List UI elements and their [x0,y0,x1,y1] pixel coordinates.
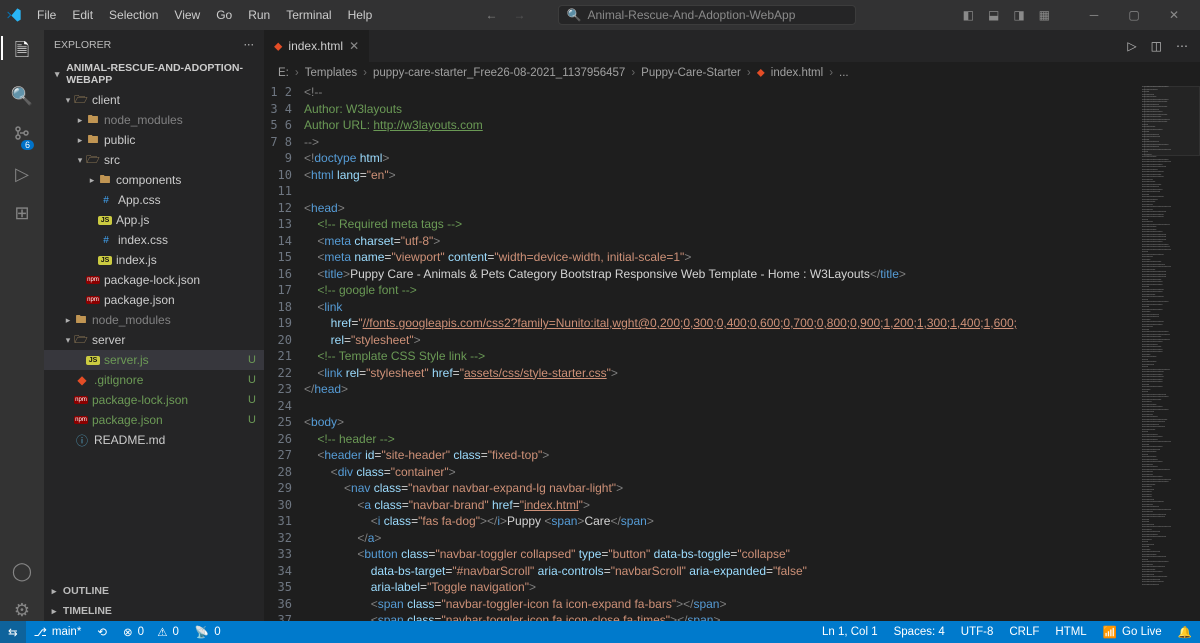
explorer-title: EXPLORER [54,39,111,51]
tree-item-server[interactable]: ▾🗁server [44,330,264,350]
code-editor[interactable]: <!-- Author: W3layouts Author URL: http:… [304,84,1140,621]
tree-item-server-js[interactable]: JSserver.jsU [44,350,264,370]
tab-label: index.html [288,39,343,53]
timeline-section[interactable]: ▸ TIMELINE [44,601,264,621]
activity-search-icon[interactable]: 🔍 [11,86,33,107]
menu-go[interactable]: Go [209,4,239,26]
tree-item-readme-md[interactable]: ⓘREADME.md [44,430,264,450]
tree-item-index-css[interactable]: #index.css [44,230,264,250]
tab-index-html[interactable]: ⬥ index.html ✕ [264,30,370,62]
status-go-live[interactable]: 📶Go Live [1095,625,1170,639]
main-menu: FileEditSelectionViewGoRunTerminalHelp [30,4,379,26]
activity-explorer-icon[interactable]: 🗎 [15,38,29,68]
split-editor-icon[interactable]: ◫ [1151,39,1162,53]
search-icon: 🔍 [567,8,582,22]
run-icon[interactable]: ▷ [1127,39,1136,53]
toggle-secondary-icon[interactable]: ◨ [1013,8,1024,22]
file-tree: ▾🗁client▸🖿node_modules▸🖿public▾🗁src▸🖿com… [44,88,264,581]
activity-account-icon[interactable]: ◯ [12,561,32,582]
menu-view[interactable]: View [167,4,207,26]
line-gutter: 1 2 3 4 5 6 7 8 9 10 11 12 13 14 15 16 1… [264,84,304,621]
tree-item-package-lock-json[interactable]: npmpackage-lock.jsonU [44,390,264,410]
explorer-sidebar: EXPLORER ⋯ ▾ ANIMAL-RESCUE-AND-ADOPTION-… [44,30,264,621]
tree-item-node_modules[interactable]: ▸🖿node_modules [44,310,264,330]
menu-edit[interactable]: Edit [65,4,100,26]
nav-arrows: ← → [486,8,526,22]
toggle-panel-icon[interactable]: ⬓ [988,8,999,22]
activity-settings-icon[interactable]: ⚙ [14,600,30,621]
close-button[interactable]: ✕ [1154,8,1194,22]
tab-close-icon[interactable]: ✕ [349,39,359,53]
minimize-button[interactable]: ─ [1074,8,1114,22]
activity-scm-icon[interactable]: 6 [14,125,30,146]
tree-item-node_modules[interactable]: ▸🖿node_modules [44,110,264,130]
status-ports[interactable]: 📡0 [187,625,229,639]
toggle-sidebar-icon[interactable]: ◧ [963,8,974,22]
activity-extensions-icon[interactable]: ⊞ [14,203,29,224]
nav-back-icon[interactable]: ← [486,8,498,22]
breadcrumb[interactable]: E:›Templates›puppy-care-starter_Free26-0… [264,62,1200,84]
tree-item-app-js[interactable]: JSApp.js [44,210,264,230]
remote-indicator[interactable]: ⇆ [0,621,26,643]
editor-tabs: ⬥ index.html ✕ ▷ ◫ ⋯ [264,30,1200,62]
html-file-icon: ⬥ [274,39,282,54]
search-label: Animal-Rescue-And-Adoption-WebApp [587,8,795,22]
tree-item-public[interactable]: ▸🖿public [44,130,264,150]
status-spaces[interactable]: Spaces: 4 [886,625,953,639]
status-sync[interactable]: ⟲ [89,625,115,639]
tree-item-package-json[interactable]: npmpackage.json [44,290,264,310]
status-ln-col[interactable]: Ln 1, Col 1 [814,625,886,639]
tab-more-icon[interactable]: ⋯ [1176,39,1188,53]
tree-item-package-json[interactable]: npmpackage.jsonU [44,410,264,430]
editor-area: ⬥ index.html ✕ ▷ ◫ ⋯ E:›Templates›puppy-… [264,30,1200,621]
title-bar: FileEditSelectionViewGoRunTerminalHelp ←… [0,0,1200,30]
status-lang[interactable]: HTML [1047,625,1094,639]
tree-item-client[interactable]: ▾🗁client [44,90,264,110]
menu-run[interactable]: Run [241,4,277,26]
breadcrumb-item[interactable]: E: [278,67,289,79]
status-branch[interactable]: ⎇main* [26,625,90,639]
status-bar: ⇆ ⎇main* ⟲ ⊗0 ⚠0 📡0 Ln 1, Col 1 Spaces: … [0,621,1200,643]
tree-item--gitignore[interactable]: ◆.gitignoreU [44,370,264,390]
breadcrumb-item[interactable]: ... [839,67,849,79]
project-header[interactable]: ▾ ANIMAL-RESCUE-AND-ADOPTION-WEBAPP [44,60,264,88]
menu-file[interactable]: File [30,4,63,26]
status-problems[interactable]: ⊗0 ⚠0 [115,625,187,639]
activity-debug-icon[interactable]: ▷ [15,164,29,185]
breadcrumb-item[interactable]: Templates [305,67,357,79]
project-name: ANIMAL-RESCUE-AND-ADOPTION-WEBAPP [66,62,256,86]
explorer-more-icon[interactable]: ⋯ [244,39,255,51]
scm-badge: 6 [21,140,34,150]
nav-forward-icon[interactable]: → [514,8,526,22]
tree-item-app-css[interactable]: #App.css [44,190,264,210]
breadcrumb-item[interactable]: index.html [771,67,823,79]
customize-layout-icon[interactable]: ▦ [1039,8,1050,22]
activity-bar: 🗎 🔍 6 ▷ ⊞ ◯ ⚙ [0,30,44,621]
breadcrumb-item[interactable]: puppy-care-starter_Free26-08-2021_113795… [373,67,625,79]
status-encoding[interactable]: UTF-8 [953,625,1002,639]
outline-section[interactable]: ▸ OUTLINE [44,581,264,601]
breadcrumb-item[interactable]: Puppy-Care-Starter [641,67,741,79]
tree-item-index-js[interactable]: JSindex.js [44,250,264,270]
tree-item-src[interactable]: ▾🗁src [44,150,264,170]
status-eol[interactable]: CRLF [1001,625,1047,639]
menu-help[interactable]: Help [341,4,380,26]
menu-selection[interactable]: Selection [102,4,165,26]
vscode-logo-icon [6,7,22,23]
minimap[interactable]: ■■■■■■■■■■■■■■■■■■■■■■ ■■■■■■■■■■■■■ ■■■… [1140,84,1200,621]
maximize-button[interactable]: ▢ [1114,8,1154,22]
tree-item-package-lock-json[interactable]: npmpackage-lock.json [44,270,264,290]
tree-item-components[interactable]: ▸🖿components [44,170,264,190]
command-center-search[interactable]: 🔍 Animal-Rescue-And-Adoption-WebApp [558,5,857,25]
status-notifications-icon[interactable]: 🔔 [1170,625,1200,639]
menu-terminal[interactable]: Terminal [279,4,338,26]
